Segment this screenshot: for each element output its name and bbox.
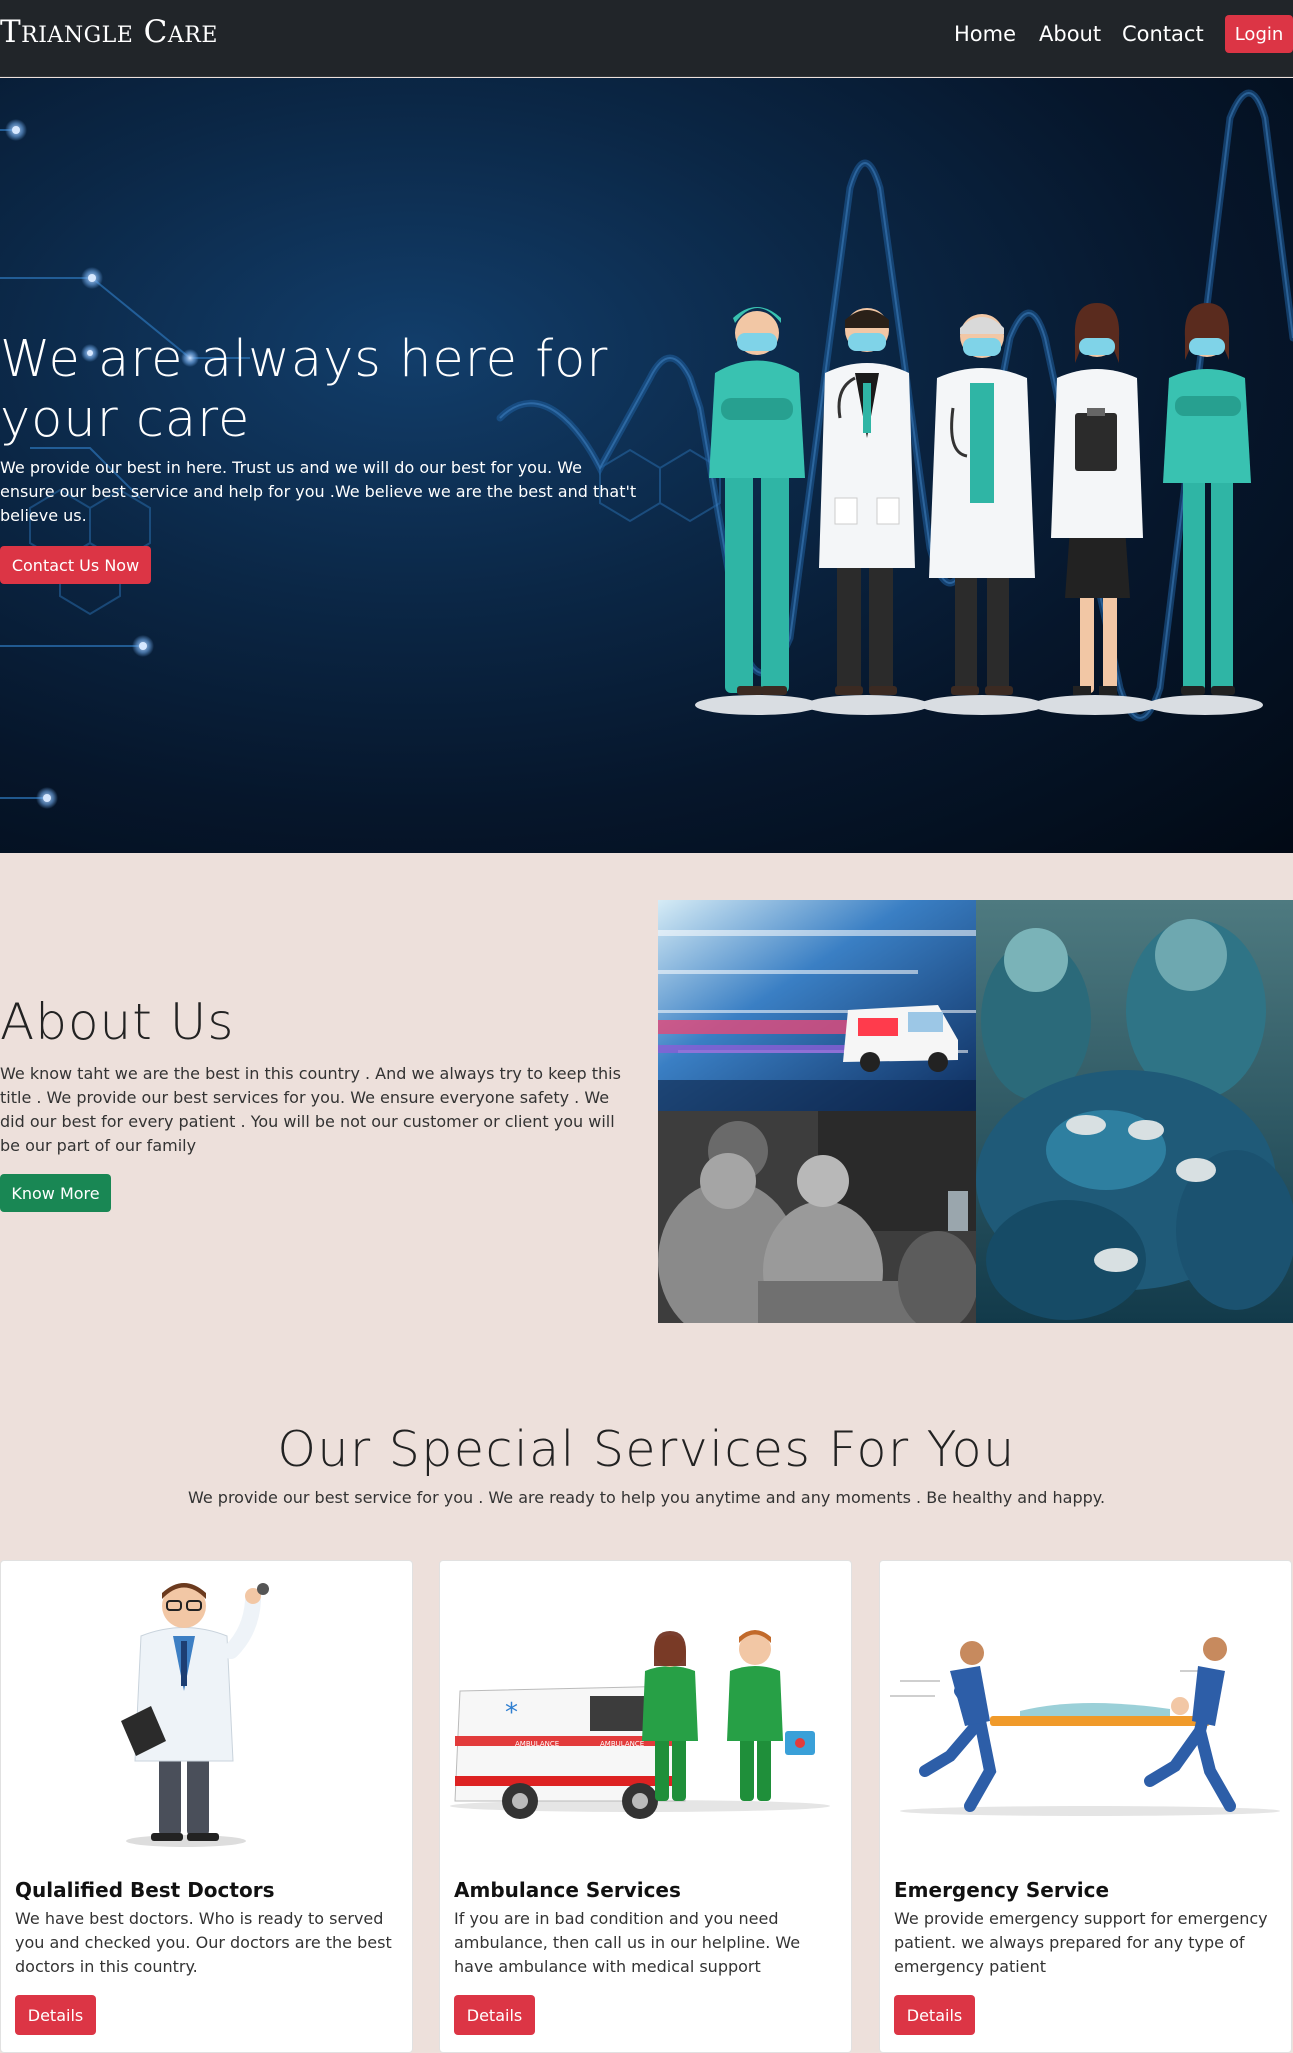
card-title-doctors: Qulalified Best Doctors (15, 1878, 275, 1902)
about-description: We know taht we are the best in this cou… (0, 1064, 621, 1155)
card-text-doctors: We have best doctors. Who is ready to se… (15, 1909, 392, 1976)
hero-description: We provide our best in here. Trust us an… (0, 458, 637, 525)
service-card-ambulance: AMBULANCE AMBULANCE * Ambulance Services… (439, 1560, 852, 2053)
nav-link-about[interactable]: About (1039, 22, 1101, 46)
nav-link-contact[interactable]: Contact (1122, 22, 1204, 46)
doctor-figure-4 (1051, 303, 1143, 695)
service-card-emergency: Emergency Service We provide emergency s… (879, 1560, 1292, 2053)
svg-text:*: * (505, 1698, 518, 1728)
know-more-button[interactable]: Know More (0, 1174, 111, 1212)
medical-team-illustration (695, 303, 1263, 715)
service-card-doctors: Qulalified Best Doctors We have best doc… (0, 1560, 413, 2053)
hero-title: We are always here for your care (0, 330, 609, 449)
hero-section: We are always here for your care We prov… (0, 78, 1293, 853)
details-button-emergency[interactable]: Details (894, 1995, 975, 2035)
ambulance-illustration: AMBULANCE AMBULANCE * (450, 1630, 830, 1819)
contact-us-button[interactable]: Contact Us Now (0, 546, 151, 584)
svg-text:AMBULANCE: AMBULANCE (515, 1740, 559, 1748)
ambulance-photo (658, 900, 976, 1111)
login-button[interactable]: Login (1225, 15, 1293, 53)
doctor-figure-2 (819, 308, 915, 695)
card-title-emergency: Emergency Service (894, 1878, 1110, 1902)
nav-link-home[interactable]: Home (954, 22, 1016, 46)
doctor-illustration (121, 1583, 269, 1847)
services-title: Our Special Services For You (277, 1421, 1016, 1478)
services-subtitle: We provide our best service for you . We… (187, 1488, 1106, 1507)
details-button-doctors[interactable]: Details (15, 1995, 96, 2035)
about-title: About Us (0, 993, 235, 1051)
details-button-ambulance[interactable]: Details (454, 1995, 535, 2035)
card-text-emergency: We provide emergency support for emergen… (894, 1909, 1268, 1976)
about-gallery (658, 900, 1293, 1323)
emergency-stretcher-illustration (890, 1637, 1280, 1816)
navbar: Triangle Care Home About Contact Login (0, 0, 1293, 77)
doctor-figure-5 (1163, 303, 1251, 695)
doctor-figure-1 (709, 307, 805, 695)
svg-text:AMBULANCE: AMBULANCE (600, 1740, 644, 1748)
card-title-ambulance: Ambulance Services (454, 1878, 681, 1902)
card-text-ambulance: If you are in bad condition and you need… (454, 1909, 801, 1976)
surgery-team-photo (976, 900, 1293, 1323)
surgeons-bw-photo (658, 1111, 976, 1323)
brand-logo[interactable]: Triangle Care (0, 14, 218, 50)
doctor-figure-3 (929, 314, 1035, 695)
